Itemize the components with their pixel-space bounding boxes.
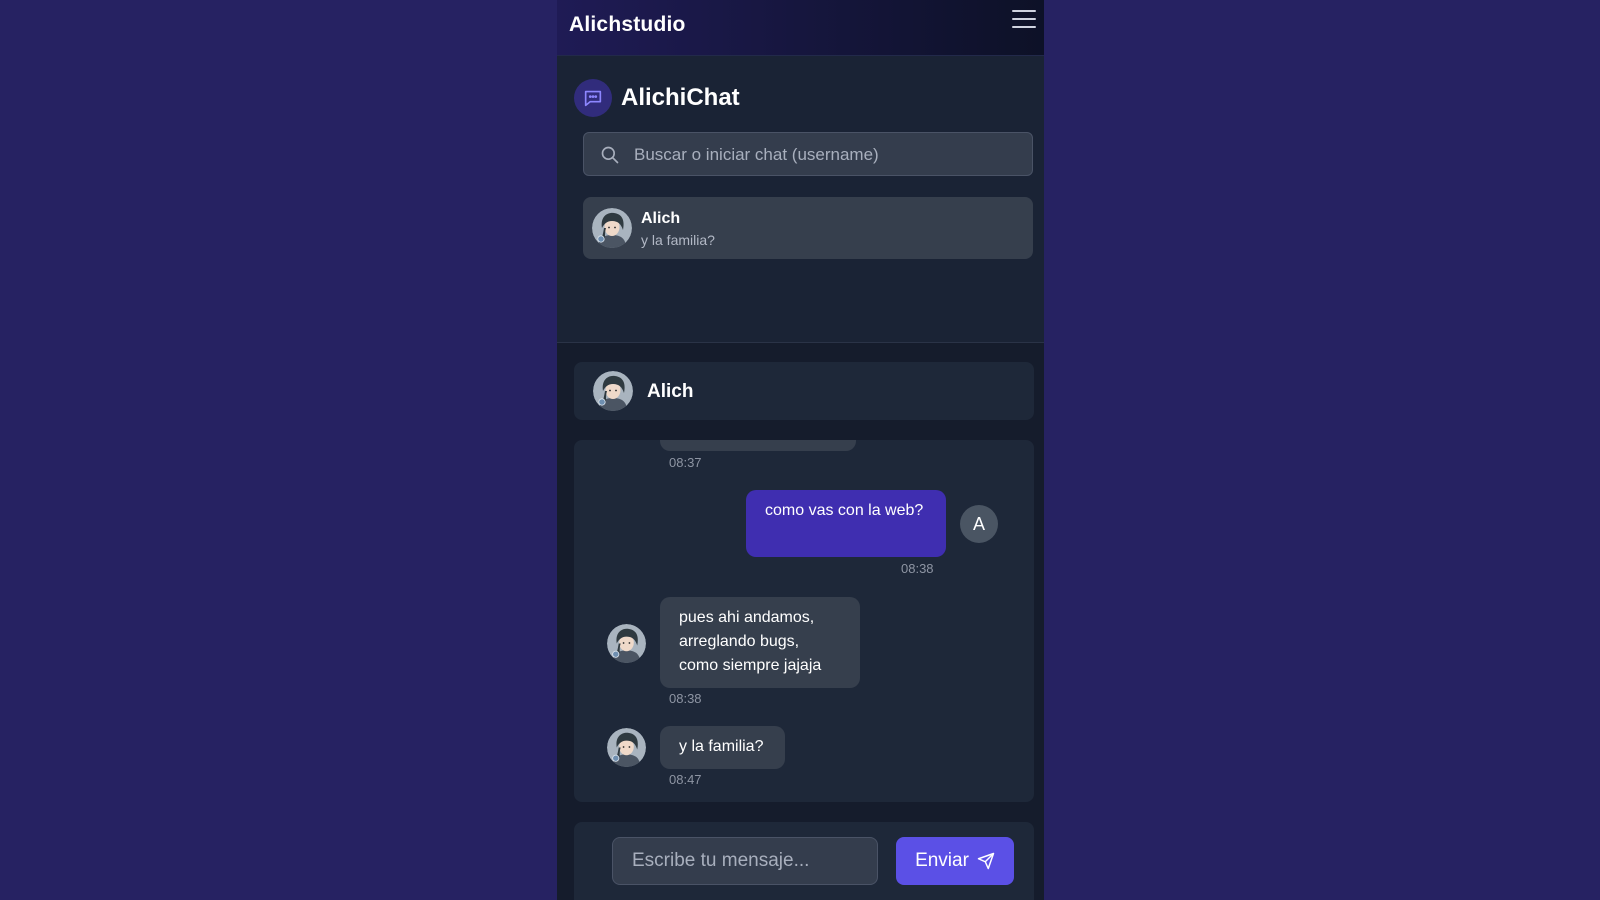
message-bubble-incoming: pues ahi andamos, arreglando bugs, como … (660, 597, 860, 688)
search-icon (601, 146, 619, 164)
chat-header: Alich (574, 362, 1034, 420)
brand-logo-text[interactable]: Alichstudio (569, 13, 686, 37)
hamburger-menu-icon[interactable] (1012, 10, 1036, 30)
message-composer: Enviar (574, 822, 1034, 900)
send-button[interactable]: Enviar (896, 837, 1014, 885)
conversation-item[interactable]: Alich y la familia? (583, 197, 1033, 259)
paper-plane-icon (977, 852, 995, 870)
conversation-preview: y la familia? (641, 232, 715, 248)
app-window: Alichstudio AlichiChat Alich y la (557, 0, 1044, 900)
avatar (593, 371, 633, 411)
chat-bubble-icon (574, 79, 612, 117)
message-bubble-outgoing: como vas con la web? (746, 490, 946, 557)
avatar (607, 728, 646, 767)
message-input[interactable] (612, 837, 878, 885)
message-time: 08:38 (669, 691, 702, 706)
search-bar[interactable] (583, 132, 1033, 177)
message-bubble (660, 440, 856, 451)
message-time: 08:47 (669, 772, 702, 787)
user-avatar-initial: A (960, 505, 998, 543)
message-time: 08:37 (669, 455, 702, 470)
conversation-name: Alich (641, 210, 681, 227)
avatar (607, 624, 646, 663)
chat-sidebar: AlichiChat Alich y la familia? (557, 56, 1044, 343)
search-input[interactable] (632, 133, 1026, 177)
contact-name: Alich (647, 381, 694, 402)
send-button-label: Enviar (915, 850, 969, 871)
message-list[interactable]: 08:37 como vas con la web? A 08:38 pues … (574, 440, 1034, 802)
top-navbar: Alichstudio (557, 0, 1044, 56)
message-bubble-incoming: y la familia? (660, 726, 785, 769)
avatar (592, 208, 632, 248)
app-title: AlichiChat (621, 84, 740, 111)
message-time: 08:38 (901, 561, 934, 576)
